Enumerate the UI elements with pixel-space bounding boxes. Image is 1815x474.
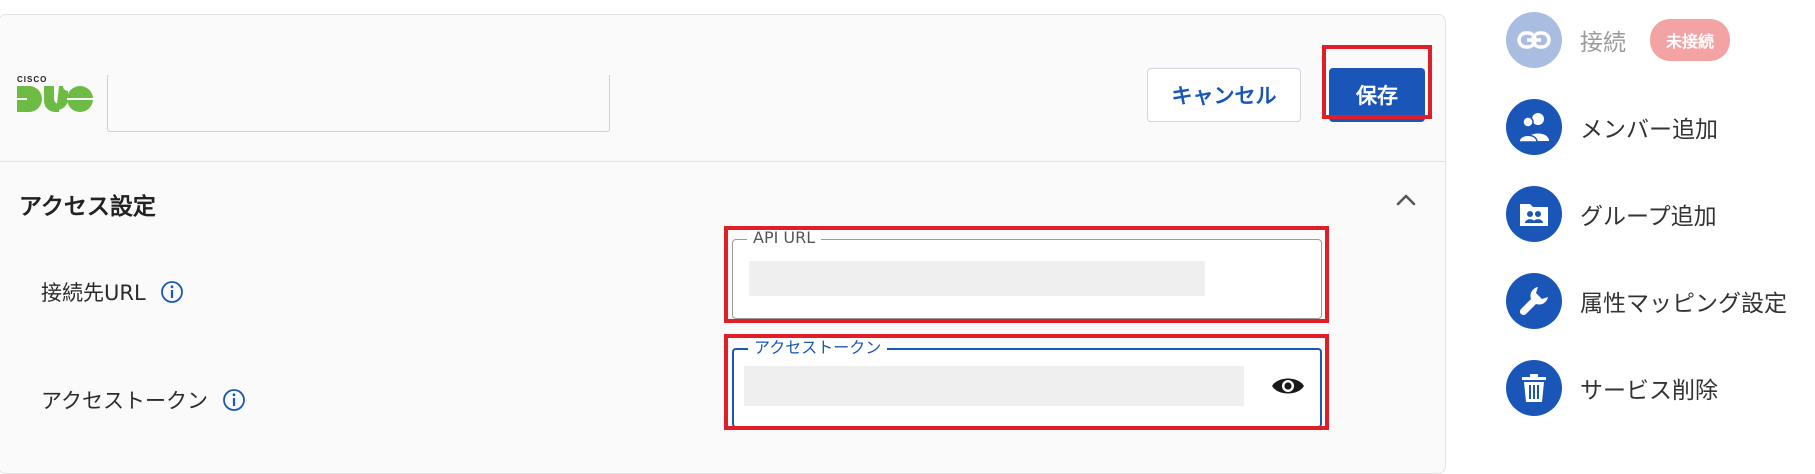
- status-badge: 未接続: [1650, 19, 1731, 61]
- wrench-icon: [1506, 273, 1562, 329]
- access-token-label-row: アクセストークン: [41, 385, 246, 415]
- service-settings-panel: CISCO キャンセル 保存 アクセス設定 接続先URL アクセストークン AP…: [0, 14, 1446, 474]
- sidebar-item-connect[interactable]: 接続 未接続: [1506, 12, 1731, 68]
- link-icon: [1506, 12, 1562, 68]
- api-url-label: 接続先URL: [41, 281, 146, 305]
- info-icon[interactable]: [160, 280, 184, 304]
- service-name-input[interactable]: [107, 75, 610, 132]
- sidebar-item-label: 接続: [1580, 30, 1626, 56]
- api-url-field[interactable]: API URL: [732, 229, 1322, 319]
- api-url-value: [749, 261, 1205, 296]
- access-token-label: アクセストークン: [41, 389, 208, 413]
- access-token-field-legend: アクセストークン: [748, 339, 888, 357]
- header-divider: [0, 161, 1445, 162]
- section-title-access-settings: アクセス設定: [19, 194, 156, 220]
- sidebar-item-delete-service[interactable]: サービス削除: [1506, 360, 1718, 416]
- sidebar-item-attribute-mapping[interactable]: 属性マッピング設定: [1506, 273, 1787, 329]
- chevron-up-icon[interactable]: [1395, 193, 1417, 207]
- eye-icon[interactable]: [1271, 375, 1305, 397]
- trash-icon: [1506, 360, 1562, 416]
- duo-logo: CISCO: [17, 75, 93, 112]
- api-url-label-row: 接続先URL: [41, 277, 184, 307]
- save-button[interactable]: 保存: [1329, 68, 1425, 122]
- sidebar-item-add-groups[interactable]: グループ追加: [1506, 186, 1717, 242]
- users-icon: [1506, 99, 1562, 155]
- sidebar-item-add-members[interactable]: メンバー追加: [1506, 99, 1718, 155]
- info-icon[interactable]: [222, 388, 246, 412]
- duo-logo-mark: [17, 86, 93, 112]
- sidebar-item-label: グループ追加: [1580, 204, 1717, 230]
- sidebar-item-label: サービス削除: [1580, 378, 1718, 404]
- access-token-field[interactable]: アクセストークン: [732, 339, 1322, 428]
- group-folder-icon: [1506, 186, 1562, 242]
- cisco-wordmark: CISCO: [17, 75, 48, 84]
- sidebar-item-label: 属性マッピング設定: [1580, 291, 1787, 317]
- sidebar-item-label: メンバー追加: [1580, 117, 1718, 143]
- api-url-field-legend: API URL: [747, 229, 822, 247]
- access-token-value: [744, 366, 1244, 406]
- cancel-button[interactable]: キャンセル: [1147, 68, 1301, 122]
